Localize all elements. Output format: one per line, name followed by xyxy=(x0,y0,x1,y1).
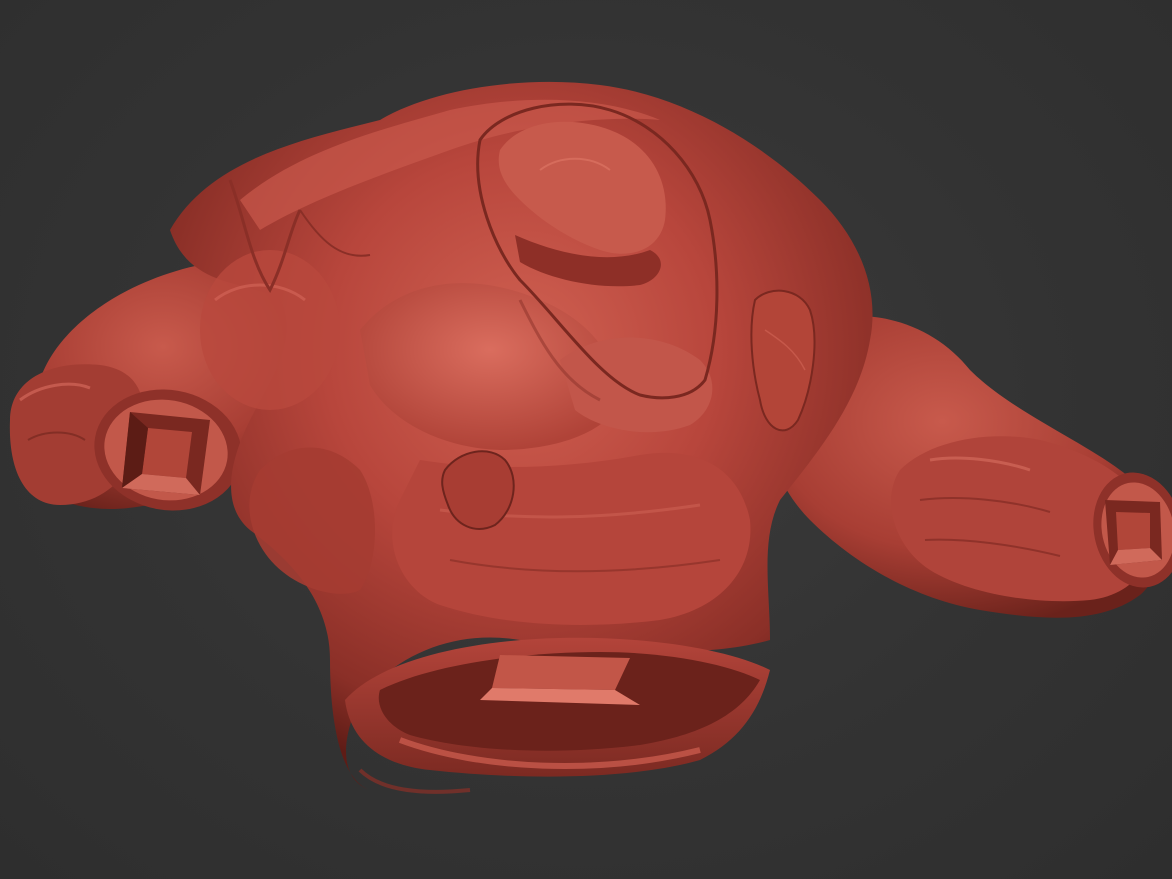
3d-viewport[interactable] xyxy=(0,0,1172,879)
waist-opening xyxy=(345,637,770,794)
sculpt-model[interactable] xyxy=(0,0,1172,879)
